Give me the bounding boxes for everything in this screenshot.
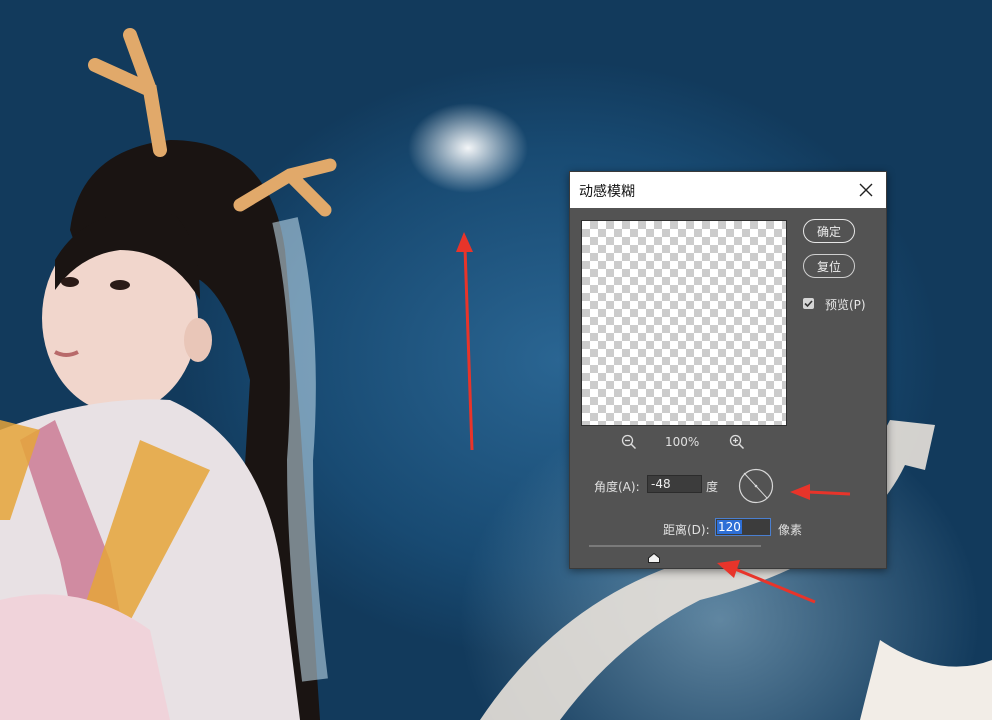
distance-input[interactable]: 120 bbox=[715, 518, 771, 536]
distance-value-selected: 120 bbox=[717, 520, 742, 534]
preview-checkbox[interactable] bbox=[803, 298, 814, 309]
preview-canvas[interactable] bbox=[581, 220, 787, 426]
preview-checkbox-label: 预览(P) bbox=[825, 298, 866, 312]
angle-dial-icon[interactable] bbox=[738, 468, 774, 504]
distance-label: 距离(D): bbox=[663, 523, 710, 537]
distance-slider[interactable] bbox=[589, 545, 761, 547]
motion-blur-dialog: 动感模糊 100% 确定 复位 预览(P) 角度(A): -48 度 距离(D)… bbox=[569, 171, 887, 569]
angle-input[interactable]: -48 bbox=[647, 475, 702, 493]
dialog-titlebar[interactable]: 动感模糊 bbox=[570, 172, 886, 208]
zoom-level: 100% bbox=[665, 435, 700, 449]
preview-zoom-controls: 100% bbox=[581, 434, 787, 452]
ok-button[interactable]: 确定 bbox=[803, 219, 855, 243]
close-icon[interactable] bbox=[858, 182, 874, 198]
check-icon bbox=[804, 300, 813, 308]
distance-unit: 像素 bbox=[778, 523, 803, 537]
zoom-out-icon[interactable] bbox=[621, 434, 637, 450]
reset-button[interactable]: 复位 bbox=[803, 254, 855, 278]
zoom-in-icon[interactable] bbox=[729, 434, 745, 450]
slider-thumb-icon[interactable] bbox=[648, 548, 661, 563]
angle-unit: 度 bbox=[706, 480, 719, 494]
angle-label: 角度(A): bbox=[594, 480, 640, 494]
dialog-title: 动感模糊 bbox=[579, 184, 635, 200]
